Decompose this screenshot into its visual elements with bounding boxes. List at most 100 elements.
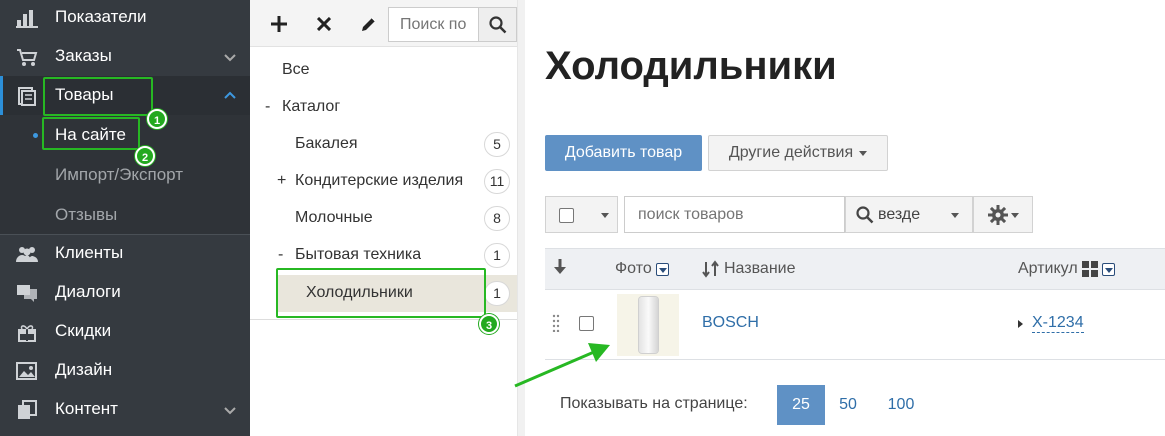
table-settings-button[interactable] — [973, 196, 1033, 233]
page-size-label: Показывать на странице: — [560, 395, 748, 412]
column-dropdown-icon[interactable] — [655, 262, 669, 276]
active-dot — [33, 133, 38, 138]
bar-chart-icon — [16, 10, 38, 28]
category-toolbar — [250, 0, 520, 47]
category-count-badge: 1 — [484, 243, 510, 268]
step-badge: 2 — [135, 146, 155, 166]
category-panel: Все - Каталог Бакалея 5 + Кондитерские и… — [250, 0, 520, 436]
drag-sort-header[interactable] — [554, 259, 566, 275]
sidebar-item-label: Заказы — [55, 46, 112, 65]
table-row[interactable]: BOSCH X-1234 — [545, 290, 1165, 360]
category-search-button[interactable] — [478, 7, 517, 42]
sidebar-item-label: Скидки — [55, 321, 112, 340]
category-panel-scrollbar[interactable] — [517, 0, 525, 436]
sku-column-header[interactable]: Артикул — [1018, 260, 1115, 278]
other-actions-button[interactable]: Другие действия — [708, 135, 888, 171]
product-name-link[interactable]: BOSCH — [702, 314, 759, 332]
column-dropdown-icon[interactable] — [1101, 262, 1115, 276]
chevron-down-icon — [224, 54, 236, 62]
step-badge: 3 — [479, 314, 499, 334]
add-category-button[interactable] — [264, 9, 294, 39]
sidebar-subitem-import-export[interactable]: Импорт/Экспорт — [0, 155, 250, 195]
caret-down-icon — [951, 213, 959, 218]
main-content: Холодильники Добавить товар Другие дейст… — [525, 0, 1165, 436]
caret-down-icon — [1011, 213, 1019, 218]
collapse-toggle[interactable]: - — [278, 246, 283, 264]
photo-column-header[interactable]: Фото — [615, 260, 669, 278]
caret-down-icon — [859, 150, 868, 156]
users-icon — [16, 247, 38, 262]
sku-cell: X-1234 — [1018, 314, 1084, 333]
category-row-all[interactable]: Все — [250, 52, 520, 89]
caret-right-icon[interactable] — [1018, 319, 1023, 328]
chevron-up-icon — [224, 91, 236, 99]
sidebar-item-label: Контент — [55, 399, 118, 418]
drag-handle-icon[interactable] — [552, 314, 560, 332]
category-row-dairy[interactable]: Молочные 8 — [250, 200, 520, 237]
caret-down-icon — [601, 213, 609, 218]
chevron-down-icon — [224, 407, 236, 415]
refrigerator-image — [639, 297, 658, 353]
cart-icon — [17, 49, 38, 66]
category-count-badge: 5 — [484, 132, 510, 157]
select-all-checkbox[interactable] — [559, 208, 574, 223]
category-row-grocery[interactable]: Бакалея 5 — [250, 126, 520, 163]
other-actions-label: Другие действия — [728, 144, 854, 161]
add-product-button[interactable]: Добавить товар — [545, 135, 702, 171]
category-row-catalog[interactable]: - Каталог — [250, 89, 520, 126]
product-search-input[interactable] — [624, 196, 845, 233]
sidebar-item-design[interactable]: Дизайн — [0, 351, 250, 390]
search-icon — [488, 15, 506, 33]
sidebar-item-content[interactable]: Контент — [0, 390, 250, 429]
image-icon — [16, 362, 37, 380]
category-name: Бакалея — [295, 135, 358, 152]
category-name: Бытовая техника — [295, 246, 422, 263]
category-count-badge: 11 — [484, 169, 510, 194]
sidebar-subitem-reviews[interactable]: Отзывы — [0, 195, 250, 235]
sidebar-item-label: Дизайн — [55, 360, 113, 379]
gear-icon — [988, 205, 1008, 225]
sort-icon — [702, 260, 719, 278]
page-size-option-50[interactable]: 50 — [830, 385, 866, 425]
sku-link[interactable]: X-1234 — [1032, 314, 1084, 333]
products-icon — [18, 87, 36, 106]
search-scope-label: везде — [878, 206, 921, 223]
highlight-box — [276, 268, 486, 318]
sidebar: Показатели Заказы Товары На сайте Импорт… — [0, 0, 250, 436]
sidebar-item-dashboard[interactable]: Показатели — [0, 0, 250, 37]
page-title: Холодильники — [545, 44, 837, 88]
category-count-badge: 1 — [484, 281, 510, 306]
page-size-option-25[interactable]: 25 — [777, 385, 825, 425]
subitem-label: Импорт/Экспорт — [55, 165, 184, 184]
expand-toggle[interactable]: + — [277, 172, 286, 190]
subitem-label: Отзывы — [55, 205, 118, 224]
sidebar-item-clients[interactable]: Клиенты — [0, 234, 250, 273]
column-header-label: Артикул — [1018, 260, 1078, 277]
sidebar-item-orders[interactable]: Заказы — [0, 37, 250, 76]
grid-icon[interactable] — [1081, 261, 1098, 277]
column-header-label: Фото — [615, 260, 652, 277]
category-row-confectionery[interactable]: + Кондитерские изделия 11 — [250, 163, 520, 200]
collapse-toggle[interactable]: - — [265, 98, 270, 116]
sidebar-item-label: Показатели — [55, 7, 147, 26]
times-icon — [317, 17, 331, 31]
arrow-down-icon — [554, 259, 566, 274]
name-column-header[interactable]: Название — [702, 260, 796, 278]
products-table: Фото Название Артикул BOSCH X-1234 — [545, 248, 1165, 360]
table-header: Фото Название Артикул — [545, 248, 1165, 290]
product-photo[interactable] — [617, 294, 679, 356]
category-search-input[interactable] — [388, 7, 480, 42]
copy-icon — [18, 400, 37, 419]
sidebar-item-label: Диалоги — [55, 282, 121, 301]
category-name: Кондитерские изделия — [295, 172, 464, 189]
edit-category-button[interactable] — [354, 9, 384, 39]
step-badge: 1 — [147, 109, 167, 129]
category-count-badge: 8 — [484, 206, 510, 231]
page-size-option-100[interactable]: 100 — [876, 385, 926, 425]
sidebar-item-dialogs[interactable]: Диалоги — [0, 273, 250, 312]
row-checkbox[interactable] — [579, 316, 594, 331]
select-all-dropdown[interactable] — [545, 196, 618, 233]
sidebar-item-discounts[interactable]: Скидки — [0, 312, 250, 351]
delete-category-button[interactable] — [309, 9, 339, 39]
search-scope-dropdown[interactable]: везде — [845, 196, 973, 233]
